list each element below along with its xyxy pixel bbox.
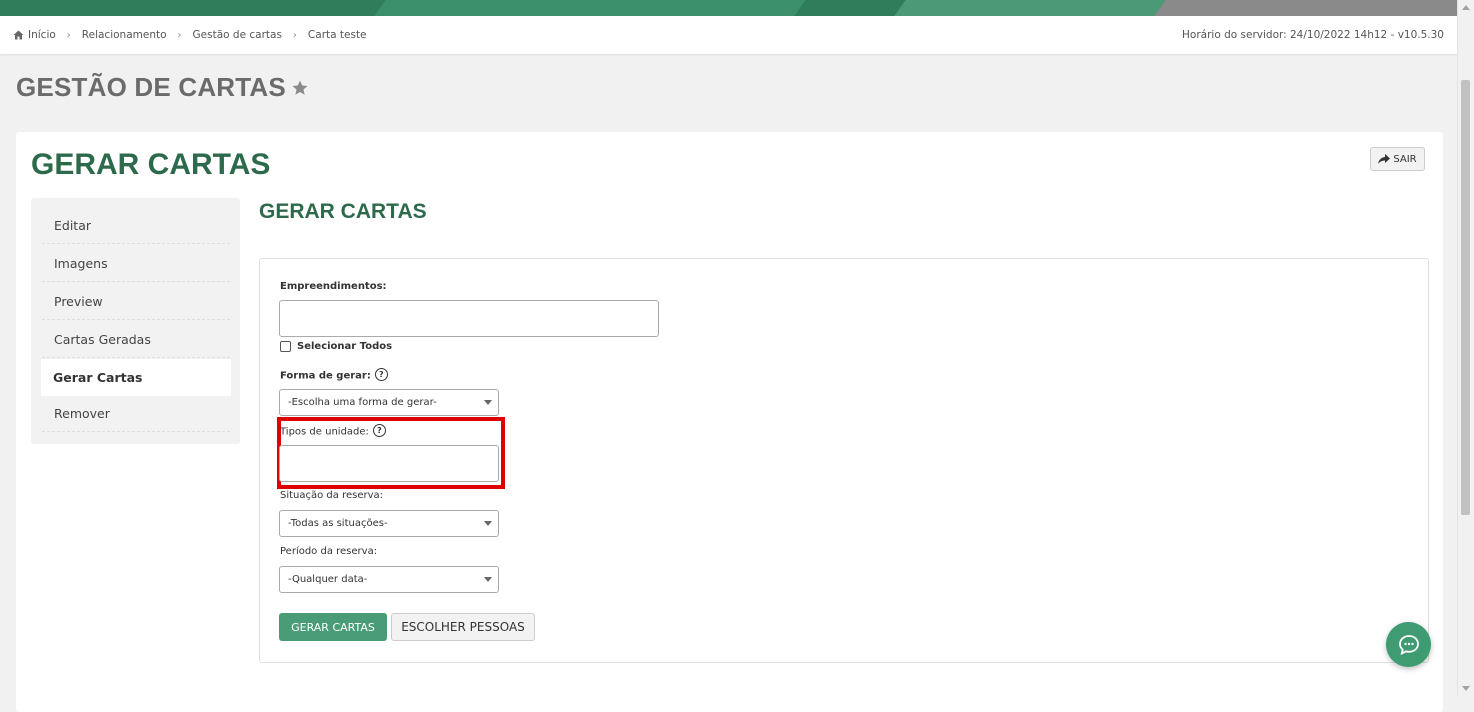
select-all-label[interactable]: Selecionar Todos [297, 341, 392, 352]
brand-stripe [374, 0, 806, 16]
sidebar-item-imagens[interactable]: Imagens [42, 245, 230, 282]
sidebar-item-label: Editar [54, 218, 92, 233]
generate-letters-form: Empreendimentos: Selecionar Todos Forma … [259, 258, 1429, 663]
sidebar-item-label: Imagens [54, 256, 108, 271]
sidebar-item-label: Gerar Cartas [53, 370, 143, 385]
situacao-da-reserva-value: -Todas as situações- [288, 518, 388, 529]
situacao-da-reserva-label: Situação da reserva: [280, 490, 384, 501]
page-title-text: GESTÃO DE CARTAS [16, 72, 286, 102]
sidebar-item-gerar-cartas[interactable]: Gerar Cartas [41, 359, 231, 396]
exit-button-label: SAIR [1393, 153, 1417, 165]
breadcrumb-item-gestao-de-cartas[interactable]: Gestão de cartas [193, 29, 282, 41]
breadcrumb-item-carta-teste: Carta teste [307, 29, 367, 41]
exit-button[interactable]: SAIR [1370, 147, 1425, 171]
tipos-de-unidade-label-text: Tipos de unidade: [280, 426, 369, 438]
tipos-de-unidade-label: Tipos de unidade:? [280, 424, 386, 438]
star-icon[interactable] [291, 79, 309, 97]
share-arrow-icon [1378, 154, 1391, 164]
sidebar: Editar Imagens Preview Cartas Geradas Ge… [31, 198, 240, 444]
breadcrumb-item-inicio[interactable]: Início [28, 29, 56, 41]
choose-people-button[interactable]: ESCOLHER PESSOAS [391, 613, 535, 641]
chat-button[interactable] [1386, 622, 1431, 667]
sidebar-item-label: Cartas Geradas [54, 332, 151, 347]
empreendimentos-label: Empreendimentos: [280, 281, 387, 292]
breadcrumb: Início › Relacionamento › Gestão de cart… [13, 29, 367, 41]
top-brand-bar [0, 0, 1458, 16]
chevron-down-icon [484, 521, 492, 526]
chevron-down-icon [484, 400, 492, 405]
chevron-down-icon [484, 577, 492, 582]
home-icon [13, 30, 24, 40]
scroll-down-icon[interactable] [1462, 686, 1470, 691]
empreendimentos-input[interactable] [279, 300, 659, 337]
periodo-da-reserva-label: Período da reserva: [280, 546, 378, 557]
card-title: GERAR CARTAS [31, 148, 271, 181]
forma-de-gerar-label: Forma de gerar:? [280, 368, 388, 382]
scroll-up-icon[interactable] [1462, 5, 1470, 10]
help-icon[interactable]: ? [374, 368, 388, 381]
sidebar-item-preview[interactable]: Preview [42, 283, 230, 320]
sidebar-item-editar[interactable]: Editar [42, 207, 230, 244]
forma-de-gerar-value: -Escolha uma forma de gerar- [288, 397, 437, 408]
sidebar-item-remover[interactable]: Remover [42, 395, 230, 432]
tipos-de-unidade-input[interactable] [279, 445, 499, 482]
periodo-da-reserva-select[interactable]: -Qualquer data- [279, 566, 499, 593]
main-card: GERAR CARTAS SAIR Editar Imagens Preview… [16, 132, 1443, 712]
chevron-right-icon: › [66, 29, 71, 41]
chevron-right-icon: › [292, 29, 297, 41]
sidebar-item-label: Preview [54, 294, 103, 309]
page-title: GESTÃO DE CARTAS [16, 72, 309, 103]
brand-stripe [894, 0, 1166, 16]
page-scrollbar[interactable] [1457, 0, 1474, 696]
sidebar-item-label: Remover [54, 406, 110, 421]
brand-stripe [1154, 0, 1458, 16]
scrollbar-thumb[interactable] [1461, 80, 1470, 515]
server-time: Horário do servidor: 24/10/2022 14h12 - … [1182, 29, 1444, 41]
situacao-da-reserva-select[interactable]: -Todas as situações- [279, 510, 499, 537]
section-title: GERAR CARTAS [259, 200, 427, 223]
generate-letters-button[interactable]: GERAR CARTAS [279, 613, 387, 641]
chat-bubble-icon [1398, 634, 1419, 655]
sidebar-item-cartas-geradas[interactable]: Cartas Geradas [42, 321, 230, 358]
forma-de-gerar-label-text: Forma de gerar: [280, 370, 371, 382]
breadcrumb-item-relacionamento[interactable]: Relacionamento [82, 29, 167, 41]
select-all-checkbox[interactable] [280, 341, 291, 352]
chevron-right-icon: › [177, 29, 182, 41]
help-icon[interactable]: ? [372, 424, 386, 437]
breadcrumb-bar: Início › Relacionamento › Gestão de cart… [0, 16, 1458, 54]
periodo-da-reserva-value: -Qualquer data- [288, 574, 368, 585]
forma-de-gerar-select[interactable]: -Escolha uma forma de gerar- [279, 389, 499, 416]
